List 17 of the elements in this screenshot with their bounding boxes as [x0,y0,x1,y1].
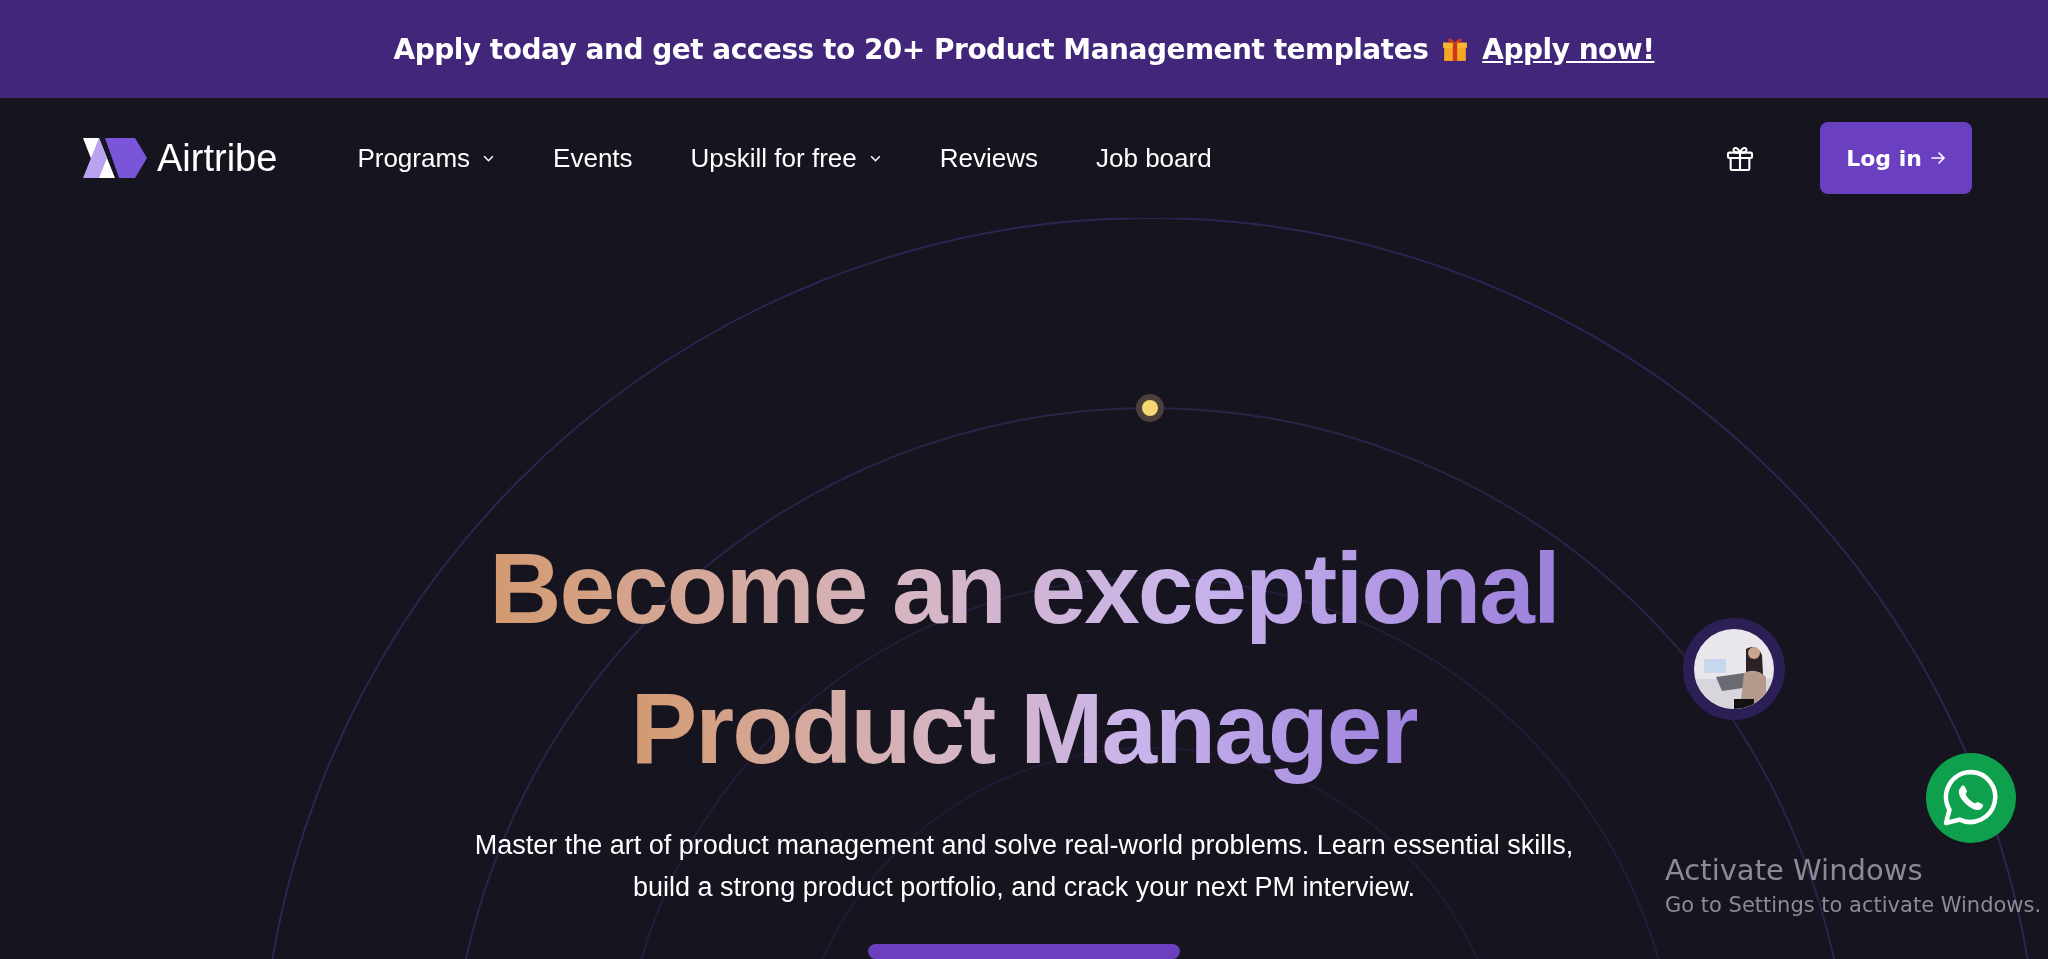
banner-text: Apply today and get access to 20+ Product Management templates [393,32,1429,66]
login-button[interactable]: Log in [1820,122,1972,194]
nav-link[interactable]: Job board [1096,142,1212,174]
nav-link[interactable]: Events [553,142,633,174]
arrow-icon [1929,150,1946,166]
activation-notice-text: Go to Settings to activate Windows. [1665,893,2042,917]
orbit-dot-icon [1135,393,1165,423]
apply-now-link[interactable]: Apply now! [1482,32,1655,66]
nav-link[interactable]: Reviews [939,142,1038,174]
nav-link[interactable]: Programs [357,142,496,174]
nav-link[interactable]: Upskill for free [690,142,882,174]
gift-icon [1442,35,1469,63]
activation-notice-title: Activate Windows [1665,853,1924,887]
hero-description: Master the art of product management and solve real-world problems. Learn essential skills, build a strong product portfolio, and crack your next PM interview. [473,829,1575,904]
whatsapp-icon[interactable] [1926,753,2016,843]
logo-icon[interactable] [83,138,147,178]
logo-text[interactable]: Airtribe [157,136,278,180]
